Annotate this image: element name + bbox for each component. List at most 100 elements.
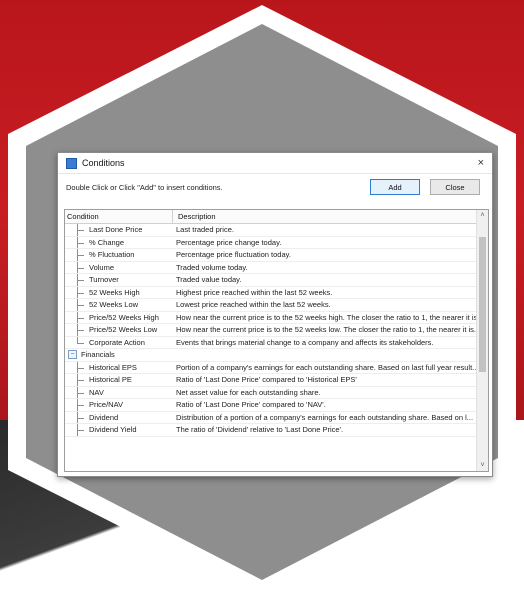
condition-cell: Corporate Action <box>65 336 172 349</box>
close-icon[interactable]: × <box>478 157 484 169</box>
dialog-titlebar: Conditions × <box>58 153 492 174</box>
condition-label: Dividend <box>89 412 119 422</box>
table-row[interactable]: Corporate Action Events that brings mater… <box>65 336 476 349</box>
app-icon <box>66 157 77 169</box>
scroll-up-icon[interactable]: ˄ <box>477 210 488 221</box>
condition-label: Historical EPS <box>89 362 137 372</box>
condition-cell: Price/52 Weeks Low <box>65 324 172 336</box>
table-row[interactable]: % Change Percentage price change today. <box>65 236 476 249</box>
condition-cell: % Fluctuation <box>65 249 172 261</box>
description-cell: Portion of a company's earnings for each… <box>176 362 476 372</box>
description-cell: Percentage price fluctuation today. <box>176 250 291 259</box>
tree-branch <box>77 280 84 281</box>
description-cell: Last traded price. <box>176 225 234 234</box>
description-cell: Ratio of 'Last Done Price' compared to '… <box>176 400 326 409</box>
tree-branch <box>77 342 84 344</box>
condition-cell: Volume <box>65 261 172 273</box>
table-row[interactable]: Last Done Price Last traded price. <box>65 224 476 237</box>
table-row[interactable]: Dividend Yield The ratio of 'Dividend' re… <box>65 424 476 437</box>
group-row[interactable]: − Financials <box>65 349 476 362</box>
condition-cell: NAV <box>65 386 172 398</box>
condition-cell: Historical EPS <box>65 361 172 373</box>
description-cell: Traded volume today. <box>176 262 248 272</box>
button-group: Add Close <box>360 179 480 195</box>
table-row[interactable]: Historical EPS Portion of a company's ear… <box>65 361 476 374</box>
tree-branch <box>77 255 84 256</box>
condition-label: Price/52 Weeks High <box>89 312 159 322</box>
description-cell: Lowest price reached within the last 52 … <box>176 300 331 309</box>
grid-header: Condition Description <box>65 210 488 224</box>
tree-branch <box>77 367 84 369</box>
tree-branch <box>77 242 84 244</box>
tree-branch <box>77 305 84 306</box>
column-header-description[interactable]: Description <box>173 210 216 223</box>
condition-label: Last Done Price <box>89 225 143 235</box>
condition-cell: Dividend Yield <box>65 424 172 436</box>
tree-branch <box>77 405 84 406</box>
description-cell: Ratio of 'Last Done Price' compared to '… <box>176 375 357 384</box>
condition-label: NAV <box>89 387 104 397</box>
condition-cell: 52 Weeks High <box>65 286 172 298</box>
condition-cell: Price/52 Weeks High <box>65 311 172 323</box>
table-row[interactable]: Historical PE Ratio of 'Last Done Price' … <box>65 374 476 387</box>
condition-cell: − Financials <box>65 349 476 361</box>
table-row[interactable]: Volume Traded volume today. <box>65 261 476 274</box>
grid-rows: Last Done Price Last traded price. % Chang… <box>65 224 476 437</box>
group-label: Financials <box>81 350 115 360</box>
tree-branch <box>77 417 84 419</box>
conditions-grid: Condition Description Last Done Price Las… <box>64 209 489 472</box>
add-button[interactable]: Add <box>370 179 420 195</box>
tree-branch <box>77 317 84 319</box>
table-row[interactable]: NAV Net asset value for each outstanding … <box>65 386 476 399</box>
condition-label: Price/52 Weeks Low <box>89 325 158 335</box>
condition-label: Historical PE <box>89 375 132 385</box>
description-cell: Net asset value for each outstanding sha… <box>176 387 321 397</box>
condition-cell: Price/NAV <box>65 399 172 411</box>
table-row[interactable]: Price/52 Weeks Low How near the current p… <box>65 324 476 337</box>
description-cell: How near the current price is to the 52 … <box>176 325 476 334</box>
description-cell: Percentage price change today. <box>176 237 282 247</box>
column-header-condition[interactable]: Condition <box>65 210 173 223</box>
tree-branch <box>77 330 84 331</box>
description-cell: Highest price reached within the last 52… <box>176 287 333 297</box>
condition-label: Dividend Yield <box>89 425 137 435</box>
tree-branch <box>77 230 84 231</box>
table-row[interactable]: Dividend Distribution of a portion of a c… <box>65 411 476 424</box>
description-cell: Events that brings material change to a … <box>176 337 434 347</box>
table-row[interactable]: Price/NAV Ratio of 'Last Done Price' comp… <box>65 399 476 412</box>
condition-cell: 52 Weeks Low <box>65 299 172 311</box>
dialog-title: Conditions <box>82 158 125 168</box>
vertical-scrollbar[interactable]: ˄ ˅ <box>476 210 488 471</box>
table-row[interactable]: 52 Weeks High Highest price reached withi… <box>65 286 476 299</box>
table-row[interactable]: % Fluctuation Percentage price fluctuatio… <box>65 249 476 262</box>
condition-label: Volume <box>89 262 115 272</box>
table-row[interactable]: Price/52 Weeks High How near the current … <box>65 311 476 324</box>
dialog-toolbar: Double Click or Click "Add" to insert co… <box>58 174 492 200</box>
condition-cell: Dividend <box>65 411 172 423</box>
tree-branch <box>77 430 84 431</box>
condition-label: % Fluctuation <box>89 250 135 260</box>
tree-branch <box>77 292 84 294</box>
condition-label: Price/NAV <box>89 400 124 410</box>
tree-branch <box>77 267 84 269</box>
table-row[interactable]: Turnover Traded value today. <box>65 274 476 287</box>
instruction-text: Double Click or Click "Add" to insert co… <box>66 182 223 192</box>
close-button[interactable]: Close <box>430 179 480 195</box>
collapse-icon[interactable]: − <box>68 350 77 360</box>
tree-branch <box>77 392 84 394</box>
description-cell: Traded value today. <box>176 275 242 284</box>
condition-label: % Change <box>89 237 125 247</box>
condition-cell: Turnover <box>65 274 172 286</box>
scroll-thumb[interactable] <box>479 237 486 372</box>
scroll-down-icon[interactable]: ˅ <box>477 460 488 471</box>
description-cell: Distribution of a portion of a company's… <box>176 412 474 422</box>
condition-label: 52 Weeks Low <box>89 300 139 310</box>
condition-cell: Historical PE <box>65 374 172 386</box>
condition-label: Turnover <box>89 275 119 285</box>
tree-branch <box>77 380 84 381</box>
description-cell: How near the current price is to the 52 … <box>176 312 476 322</box>
condition-cell: Last Done Price <box>65 224 172 236</box>
description-cell: The ratio of 'Dividend' relative to 'Las… <box>176 425 344 434</box>
table-row[interactable]: 52 Weeks Low Lowest price reached within … <box>65 299 476 312</box>
condition-label: 52 Weeks High <box>89 287 140 297</box>
